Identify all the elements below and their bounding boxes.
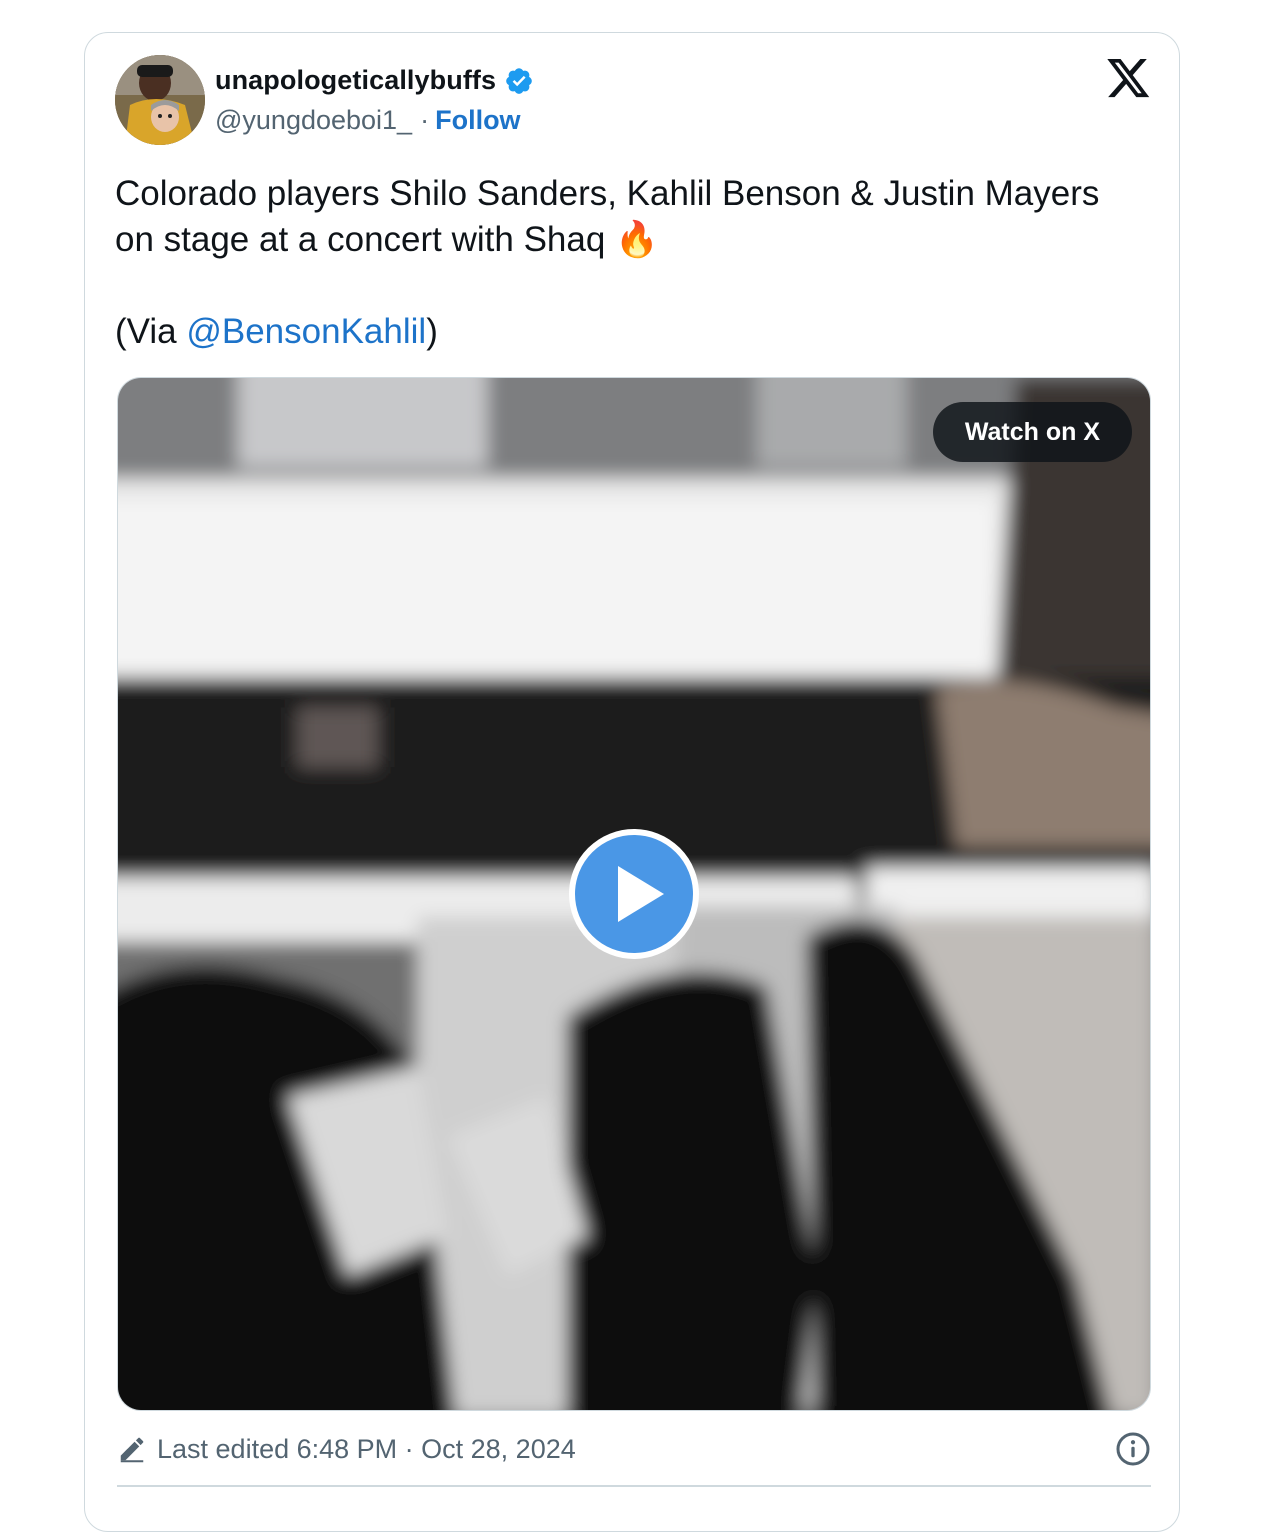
embedded-tweet-card: unapologeticallybuffs @yungdoeboi1_ · Fo… <box>84 32 1180 1532</box>
video-player[interactable]: Watch on X <box>117 377 1151 1411</box>
avatar[interactable] <box>115 55 205 145</box>
via-suffix: ) <box>426 312 438 351</box>
last-edited-timestamp[interactable]: Last edited 6:48 PM · Oct 28, 2024 <box>157 1434 576 1465</box>
verified-badge-icon <box>506 67 532 94</box>
tweet-text: Colorado players Shilo Sanders, Kahlil B… <box>115 171 1115 355</box>
handle[interactable]: @yungdoeboi1_ <box>215 105 412 136</box>
pencil-icon <box>120 1437 144 1463</box>
fire-emoji: 🔥 <box>615 220 659 259</box>
handle-row: @yungdoeboi1_ · Follow <box>215 105 521 136</box>
tweet-meta-row: Last edited 6:48 PM · Oct 28, 2024 <box>117 1429 1151 1469</box>
mention-link[interactable]: @BensonKahlil <box>186 312 426 351</box>
author-name-row: unapologeticallybuffs <box>215 65 534 96</box>
via-prefix: (Via <box>115 312 187 351</box>
x-logo-icon[interactable] <box>1107 59 1151 99</box>
watch-on-x-button[interactable]: Watch on X <box>932 402 1132 462</box>
via-line: (Via @BensonKahlil) <box>115 309 1115 355</box>
info-icon[interactable] <box>1115 1431 1151 1467</box>
footer-divider <box>117 1485 1151 1487</box>
tweet-text-line: Colorado players Shilo Sanders, Kahlil B… <box>115 171 1115 263</box>
play-icon[interactable] <box>568 828 700 960</box>
tweet-body: Colorado players Shilo Sanders, Kahlil B… <box>115 174 1100 259</box>
separator-dot: · <box>420 105 430 135</box>
display-name[interactable]: unapologeticallybuffs <box>215 65 496 96</box>
follow-button[interactable]: Follow <box>435 105 520 136</box>
